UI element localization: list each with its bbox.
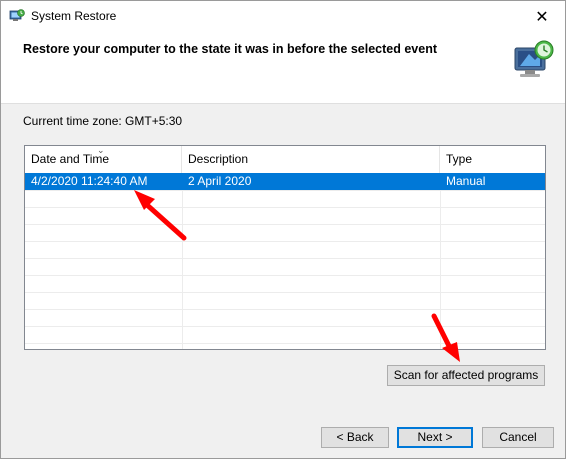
- page-title: Restore your computer to the state it wa…: [23, 42, 437, 56]
- row-divider: [25, 275, 545, 276]
- restore-point-row[interactable]: 4/2/2020 11:24:40 AM 2 April 2020 Manual: [25, 173, 545, 190]
- row-divider: [25, 258, 545, 259]
- close-icon: ✕: [535, 8, 549, 26]
- column-header-date-time[interactable]: ⌄ Date and Time: [25, 146, 182, 173]
- annotation-arrow-icon: [431, 313, 460, 362]
- wizard-header: Restore your computer to the state it wa…: [1, 32, 565, 104]
- close-button[interactable]: ✕: [519, 1, 565, 32]
- list-header: ⌄ Date and Time Description Type: [25, 146, 545, 174]
- sort-descending-icon: ⌄: [97, 145, 105, 155]
- button-label: Scan for affected programs: [393, 368, 539, 382]
- annotation-arrow-icon: [134, 190, 187, 241]
- cancel-button[interactable]: Cancel: [482, 427, 554, 448]
- cell-description: 2 April 2020: [188, 174, 252, 188]
- row-divider: [25, 309, 545, 310]
- button-label: Next >: [417, 430, 453, 444]
- row-divider: [25, 241, 545, 242]
- column-header-type[interactable]: Type: [440, 146, 545, 173]
- timezone-label: Current time zone: GMT+5:30: [23, 114, 183, 128]
- row-divider: [25, 190, 545, 191]
- restore-points-list[interactable]: ⌄ Date and Time Description Type 4/2/202…: [24, 145, 546, 350]
- button-label: < Back: [336, 430, 374, 444]
- title-bar: System Restore ✕: [1, 1, 565, 32]
- next-button[interactable]: Next >: [397, 427, 473, 448]
- row-divider: [25, 292, 545, 293]
- scan-affected-programs-button[interactable]: Scan for affected programs: [387, 365, 545, 386]
- system-restore-window: System Restore ✕ Restore your computer t…: [0, 0, 566, 459]
- row-divider: [25, 343, 545, 344]
- window-title: System Restore: [31, 9, 117, 23]
- row-divider: [25, 224, 545, 225]
- column-header-description[interactable]: Description: [182, 146, 440, 173]
- column-header-label: Description: [188, 152, 249, 166]
- column-header-label: Type: [446, 152, 473, 166]
- row-divider: [25, 207, 545, 208]
- system-restore-monitor-icon: [514, 40, 554, 77]
- cell-type: Manual: [446, 174, 486, 188]
- row-divider: [25, 326, 545, 327]
- back-button[interactable]: < Back: [321, 427, 389, 448]
- button-label: Cancel: [499, 430, 537, 444]
- system-restore-app-icon: [9, 9, 25, 21]
